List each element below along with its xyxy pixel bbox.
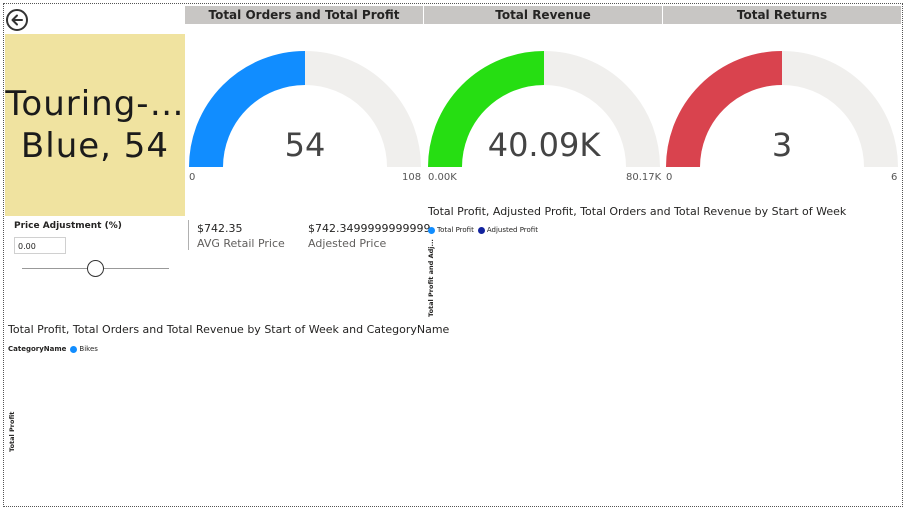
back-button[interactable]: [6, 9, 28, 31]
legend-item-adjusted-profit[interactable]: Adjusted Profit: [477, 226, 538, 234]
header-total-revenue: Total Revenue: [424, 6, 662, 24]
chart-week-legend: Total Profit Adjusted Profit: [428, 226, 538, 234]
legend-item-total-profit[interactable]: Total Profit: [428, 226, 474, 234]
product-name-line2: Blue, 54: [20, 126, 170, 166]
gauge-returns-min: 0: [666, 172, 673, 183]
legend-item-bikes[interactable]: Bikes: [70, 345, 98, 353]
chart-category-y-axis-label: Total Profit: [8, 411, 16, 452]
price-adjustment-title: Price Adjustment (%): [14, 221, 122, 231]
adjusted-price-label: Adjested Price: [308, 237, 387, 250]
kpi-divider: [188, 220, 189, 250]
gauge-returns-value: 3: [771, 126, 793, 164]
chart-profit-by-category[interactable]: Total Profit, Total Orders and Total Rev…: [5, 318, 449, 504]
product-name-line1: Touring-…: [5, 84, 185, 124]
legend-title: CategoryName: [8, 345, 67, 353]
chart-week-y-axis-label: Total Profit and Adj...: [427, 239, 435, 317]
chart-week-title: Total Profit, Adjusted Profit, Total Ord…: [428, 205, 847, 218]
gauge-orders-max: 108: [402, 172, 422, 183]
gauge-revenue-min: 0.00K: [428, 172, 457, 183]
legend-dot: [70, 345, 78, 353]
gauge-orders-value: 54: [284, 126, 326, 164]
chart-profit-by-week[interactable]: Total Profit, Adjusted Profit, Total Ord…: [425, 200, 901, 320]
gauge-revenue-value: 40.09K: [487, 126, 601, 164]
product-name-card[interactable]: Touring-… Blue, 54: [5, 34, 185, 216]
header-orders-profit: Total Orders and Total Profit: [185, 6, 423, 24]
gauge-revenue-max: 80.17K: [626, 172, 662, 183]
avg-retail-price-label: AVG Retail Price: [197, 237, 285, 250]
arrow-left-icon: [11, 14, 23, 26]
price-adjustment-input[interactable]: 0.00: [14, 237, 66, 254]
adjusted-price-value: $742.3499999999999: [308, 222, 431, 235]
gauge-returns-max: 6: [891, 172, 898, 183]
avg-retail-price-value: $742.35: [197, 222, 243, 235]
chart-category-title: Total Profit, Total Orders and Total Rev…: [8, 323, 450, 336]
price-adjustment-slider-thumb[interactable]: [87, 260, 104, 277]
legend-dot: [477, 226, 485, 234]
gauge-orders-min: 0: [189, 172, 196, 183]
legend-dot: [428, 226, 435, 234]
header-total-returns: Total Returns: [663, 6, 901, 24]
chart-category-legend: CategoryName Bikes: [8, 345, 98, 353]
